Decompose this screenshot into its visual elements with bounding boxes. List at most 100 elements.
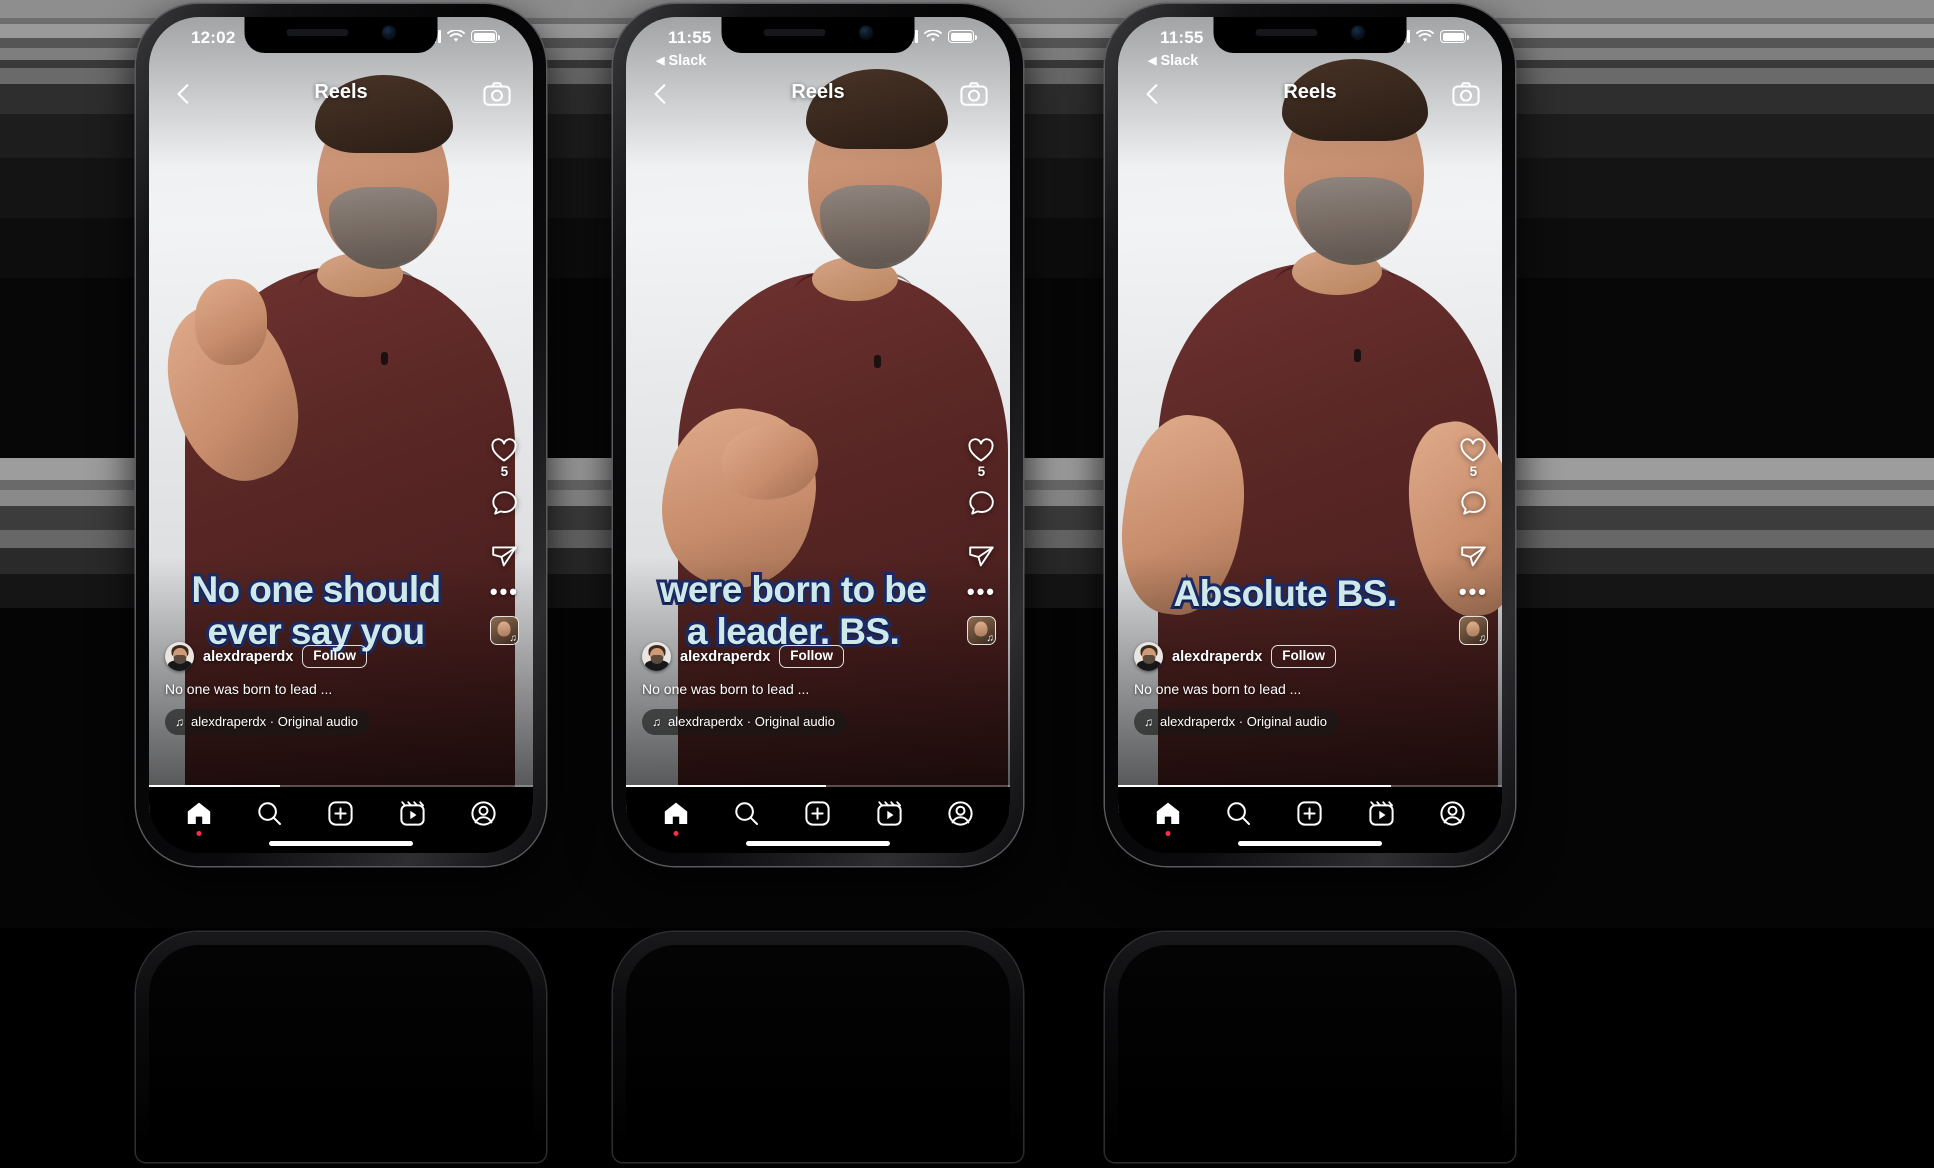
heart-icon bbox=[1460, 438, 1486, 462]
front-camera-icon bbox=[382, 26, 396, 39]
front-camera-icon bbox=[859, 26, 873, 39]
sidebar-item-create[interactable] bbox=[1284, 795, 1336, 831]
search-icon bbox=[258, 801, 282, 825]
sidebar-item-reels[interactable] bbox=[863, 795, 915, 831]
plus-square-icon bbox=[805, 800, 831, 826]
sidebar-item-create[interactable] bbox=[792, 795, 844, 831]
phone-screen-3[interactable]: 11:55 ◀ Slack Reels Absolute BS. 5 ••• ♫… bbox=[1118, 17, 1502, 853]
like-button[interactable]: 5 bbox=[967, 437, 995, 487]
sidebar-item-profile[interactable] bbox=[1426, 795, 1478, 831]
camera-icon[interactable] bbox=[960, 81, 988, 107]
home-icon bbox=[187, 802, 210, 824]
username-link[interactable]: alexdraperdx bbox=[1172, 649, 1262, 665]
reel-description[interactable]: No one was born to lead ... bbox=[165, 681, 475, 697]
phone-device-3: 11:55 ◀ Slack Reels Absolute BS. 5 ••• ♫… bbox=[1105, 4, 1515, 866]
profile-avatar-icon bbox=[471, 800, 496, 826]
profile-avatar-icon bbox=[1440, 800, 1465, 826]
sidebar-item-home[interactable] bbox=[1142, 795, 1194, 836]
comment-button[interactable]: 0 bbox=[491, 490, 518, 541]
home-indicator bbox=[269, 841, 413, 846]
audio-thumbnail[interactable]: ♫ bbox=[489, 616, 519, 645]
device-notch-1 bbox=[244, 17, 438, 53]
reel-description[interactable]: No one was born to lead ... bbox=[642, 681, 952, 697]
phone-reflection-2 bbox=[613, 932, 1023, 1162]
like-count: 5 bbox=[977, 464, 986, 479]
reels-top-bar-3: Reels bbox=[1118, 79, 1502, 119]
sidebar-item-reels[interactable] bbox=[386, 795, 438, 831]
username-link[interactable]: alexdraperdx bbox=[680, 649, 770, 665]
avatar[interactable] bbox=[642, 642, 671, 671]
back-chevron-icon[interactable] bbox=[1140, 81, 1166, 107]
reel-description[interactable]: No one was born to lead ... bbox=[1134, 681, 1444, 697]
audio-label: alexdraperdx · Original audio bbox=[191, 714, 358, 729]
more-options-icon[interactable]: ••• bbox=[967, 581, 996, 603]
audio-label: alexdraperdx · Original audio bbox=[1160, 714, 1327, 729]
phone-screen-2[interactable]: 11:55 ◀ Slack Reels were born to be a le… bbox=[626, 17, 1010, 853]
earpiece-speaker bbox=[763, 29, 826, 36]
phone-reflection-1 bbox=[136, 932, 546, 1162]
caption-line: Absolute BS. bbox=[1170, 570, 1400, 617]
sidebar-item-home[interactable] bbox=[650, 795, 702, 836]
audio-attribution-pill[interactable]: ♫ alexdraperdx · Original audio bbox=[642, 709, 847, 735]
sidebar-item-reels[interactable] bbox=[1355, 795, 1407, 831]
share-button[interactable] bbox=[491, 544, 518, 569]
like-button[interactable]: 5 bbox=[1459, 437, 1487, 487]
paper-plane-icon bbox=[1461, 546, 1486, 567]
username-link[interactable]: alexdraperdx bbox=[203, 649, 293, 665]
home-icon bbox=[1156, 802, 1179, 824]
heart-icon bbox=[968, 438, 994, 462]
sidebar-item-create[interactable] bbox=[315, 795, 367, 831]
sidebar-item-profile[interactable] bbox=[934, 795, 986, 831]
like-count: 5 bbox=[500, 464, 509, 479]
follow-button[interactable]: Follow bbox=[779, 645, 845, 668]
notification-dot bbox=[196, 831, 202, 836]
avatar[interactable] bbox=[1134, 642, 1163, 671]
sidebar-item-home[interactable] bbox=[173, 795, 225, 836]
plus-square-icon bbox=[1297, 800, 1323, 826]
more-options-icon[interactable]: ••• bbox=[1459, 581, 1488, 603]
profile-avatar-icon bbox=[948, 800, 973, 826]
camera-icon[interactable] bbox=[1452, 81, 1480, 107]
screenshot-stage: 12:02 Reels No one should ever say you 5… bbox=[0, 0, 1934, 1168]
sidebar-item-search[interactable] bbox=[244, 795, 296, 831]
sidebar-item-search[interactable] bbox=[721, 795, 773, 831]
share-button[interactable] bbox=[968, 544, 995, 569]
video-caption-overlay-1: No one should ever say you bbox=[149, 566, 483, 655]
reels-icon bbox=[400, 800, 425, 826]
home-indicator bbox=[1238, 841, 1382, 846]
device-notch-2 bbox=[721, 17, 915, 53]
comment-button[interactable]: 0 bbox=[968, 490, 995, 541]
comment-bubble-icon bbox=[492, 491, 517, 515]
audio-attribution-pill[interactable]: ♫ alexdraperdx · Original audio bbox=[1134, 709, 1339, 735]
camera-icon[interactable] bbox=[483, 81, 511, 107]
comment-button[interactable]: 0 bbox=[1460, 490, 1487, 541]
audio-thumbnail[interactable]: ♫ bbox=[1458, 616, 1488, 645]
caption-line: were born to be bbox=[657, 566, 930, 613]
plus-square-icon bbox=[328, 800, 354, 826]
follow-button[interactable]: Follow bbox=[302, 645, 368, 668]
search-icon bbox=[735, 801, 759, 825]
sidebar-item-profile[interactable] bbox=[457, 795, 509, 831]
back-chevron-icon[interactable] bbox=[648, 81, 674, 107]
more-options-icon[interactable]: ••• bbox=[490, 581, 519, 603]
earpiece-speaker bbox=[286, 29, 349, 36]
share-button[interactable] bbox=[1460, 544, 1487, 569]
phone-reflection-3 bbox=[1105, 932, 1515, 1162]
user-row: alexdraperdx Follow bbox=[642, 642, 952, 671]
back-chevron-icon[interactable] bbox=[171, 81, 197, 107]
page-title: Reels bbox=[1283, 81, 1337, 103]
audio-thumbnail[interactable]: ♫ bbox=[966, 616, 996, 645]
reel-meta-2: alexdraperdx Follow No one was born to l… bbox=[642, 642, 952, 735]
home-indicator bbox=[746, 841, 890, 846]
sidebar-item-search[interactable] bbox=[1213, 795, 1265, 831]
paper-plane-icon bbox=[492, 546, 517, 567]
phone-screen-1[interactable]: 12:02 Reels No one should ever say you 5… bbox=[149, 17, 533, 853]
audio-attribution-pill[interactable]: ♫ alexdraperdx · Original audio bbox=[165, 709, 370, 735]
notification-dot bbox=[1165, 831, 1171, 836]
avatar[interactable] bbox=[165, 642, 194, 671]
front-camera-icon bbox=[1351, 26, 1365, 39]
follow-button[interactable]: Follow bbox=[1271, 645, 1337, 668]
like-button[interactable]: 5 bbox=[490, 437, 518, 487]
comment-bubble-icon bbox=[969, 491, 994, 515]
caption-line: No one should bbox=[188, 566, 444, 613]
